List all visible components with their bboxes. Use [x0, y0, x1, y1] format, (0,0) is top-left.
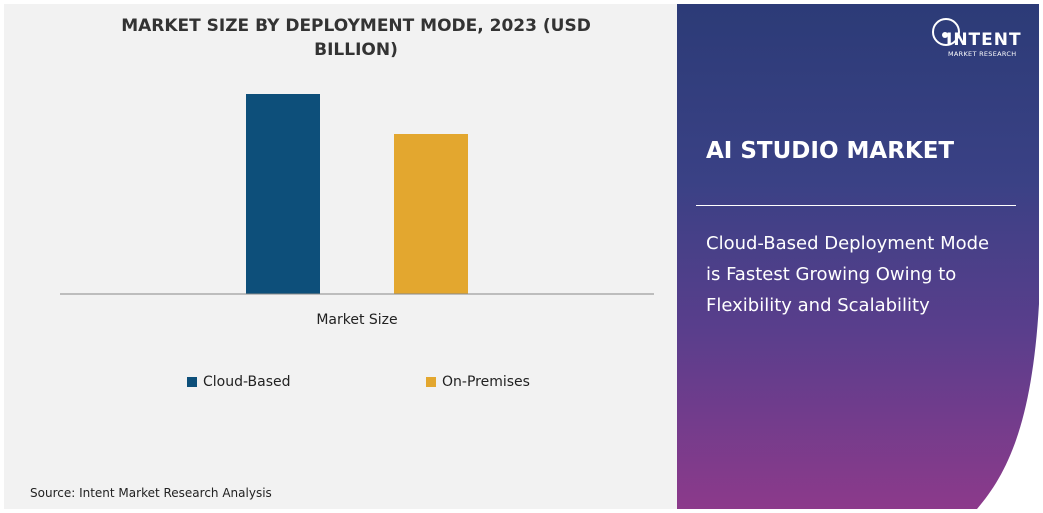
chart-legend: Cloud-Based On-Premises: [4, 374, 677, 394]
chart-panel: MARKET SIZE BY DEPLOYMENT MODE, 2023 (US…: [4, 4, 677, 509]
bar-cloud-based: [246, 94, 320, 294]
bar-on-premises: [394, 134, 468, 294]
logo-tagline: MARKET RESEARCH: [948, 50, 1017, 58]
logo-wordmark: INTENT: [946, 30, 1022, 50]
x-category-label: Market Size: [316, 312, 397, 328]
legend-swatch: [187, 377, 197, 387]
info-panel: INTENT MARKET RESEARCH AI STUDIO MARKET …: [677, 4, 1039, 509]
legend-label: On-Premises: [442, 374, 530, 390]
bar-chart: Market Size: [60, 94, 654, 328]
legend-swatch: [426, 377, 436, 387]
brand-logo: INTENT MARKET RESEARCH: [932, 18, 1032, 62]
title-divider: [696, 205, 1016, 206]
page: MARKET SIZE BY DEPLOYMENT MODE, 2023 (US…: [0, 0, 1043, 513]
source-note: Source: Intent Market Research Analysis: [30, 486, 272, 500]
key-insight-text: Cloud-Based Deployment Mode is Fastest G…: [706, 233, 990, 316]
legend-item-on-premises: On-Premises: [426, 374, 530, 390]
legend-item-cloud-based: Cloud-Based: [187, 374, 291, 390]
legend-label: Cloud-Based: [203, 374, 291, 390]
market-title: AI STUDIO MARKET: [706, 138, 955, 164]
